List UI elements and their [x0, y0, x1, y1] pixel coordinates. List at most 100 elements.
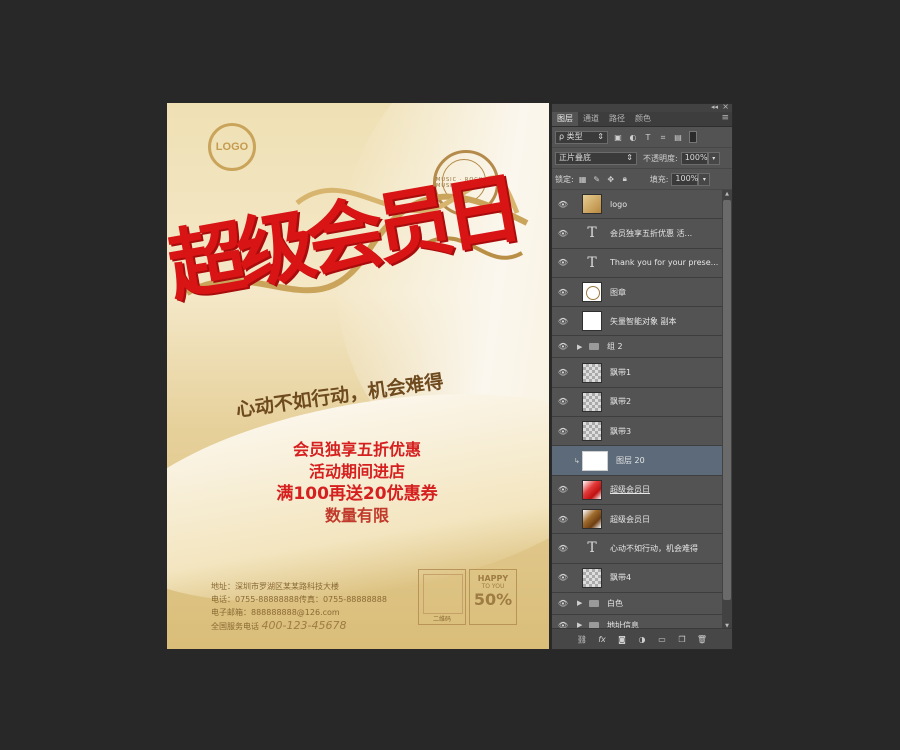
fill-input[interactable]: 100% [671, 172, 699, 186]
eye-icon[interactable]: 👁︎ [552, 427, 574, 436]
eye-icon[interactable]: 👁︎ [552, 342, 574, 351]
hotline-label: 全国服务电话 [211, 622, 259, 631]
filter-row: ρ 类型 ⇕ ▣ ◐ T ⌗ ▤ [552, 127, 732, 148]
tab-layers[interactable]: 图层 [552, 112, 578, 126]
folder-icon [589, 343, 599, 351]
layer-name: 图章 [610, 287, 626, 297]
scroll-up-icon[interactable]: ▲ [722, 190, 732, 198]
expand-triangle-icon[interactable]: ▶ [577, 599, 585, 607]
link-icon[interactable]: ⛓ [572, 635, 592, 644]
lock-transparency-icon[interactable]: ▦ [578, 175, 588, 184]
lock-label: 锁定: [555, 174, 574, 184]
hotline-row: 全国服务电话 400-123-45678 [211, 619, 387, 633]
eye-icon[interactable]: 👁︎ [552, 544, 574, 553]
chevron-down-icon: ⇕ [597, 132, 604, 141]
type-filter-icon[interactable]: T [643, 133, 653, 142]
lock-position-icon[interactable]: ✥ [606, 175, 616, 184]
poster-canvas[interactable]: LOGO MUSIC · ROCK · MUSIC 超级会员日 心动不如行动，机… [167, 103, 549, 649]
layer-row[interactable]: 👁︎ 飘带2 [552, 387, 722, 418]
layer-row[interactable]: 👁︎ 飘带1 [552, 358, 722, 388]
eye-icon[interactable]: 👁︎ [552, 200, 574, 209]
contact-info: 地址：深圳市罗湖区某某路科技大楼 电话：0755-88888888传真：0755… [211, 580, 387, 633]
filter-type-select[interactable]: ρ 类型 ⇕ [555, 130, 608, 144]
adjustment-filter-icon[interactable]: ◐ [628, 133, 638, 142]
group-row[interactable]: 👁︎ ▶ 组 2 [552, 336, 722, 359]
eye-icon[interactable]: 👁︎ [552, 397, 574, 406]
layer-thumbnail [582, 194, 602, 215]
opacity-label: 不透明度: [643, 153, 678, 163]
layer-row[interactable]: 👁︎ 超级会员日 [552, 504, 722, 535]
folder-icon [589, 599, 599, 607]
layers-panel: ◂◂ × 图层 通道 路径 颜色 ≡ ρ 类型 ⇕ ▣ ◐ T ⌗ ▤ 正片叠底… [551, 102, 733, 650]
layer-row[interactable]: 👁︎ 超级会员日 [552, 475, 722, 505]
type-layer-icon: T [587, 254, 597, 271]
eye-icon[interactable]: 👁︎ [552, 573, 574, 582]
layer-thumbnail [582, 479, 602, 500]
expand-triangle-icon[interactable]: ▶ [577, 343, 585, 351]
layer-name: logo [610, 199, 628, 209]
shape-filter-icon[interactable]: ⌗ [658, 133, 668, 142]
panel-header: ◂◂ × [552, 102, 732, 112]
layer-row[interactable]: 👁︎ T 会员独享五折优惠 活... [552, 219, 722, 249]
happy-text: HAPPY [477, 574, 509, 583]
smart-object-filter-icon[interactable]: ▤ [673, 133, 683, 142]
pixel-filter-icon[interactable]: ▣ [613, 133, 623, 142]
layer-row[interactable]: 👁︎ 飘带3 [552, 417, 722, 447]
lock-pixels-icon[interactable]: ✎ [592, 175, 602, 184]
eye-icon[interactable]: 👁︎ [552, 288, 574, 297]
layer-thumbnail [582, 311, 602, 332]
layer-row[interactable]: 👁︎ T Thank you for your prese... [552, 248, 722, 278]
eye-icon[interactable]: 👁︎ [552, 229, 574, 238]
group-row[interactable]: 👁︎ ▶ 白色 [552, 592, 722, 615]
blend-row: 正片叠底 ⇕ 不透明度: 100% ▾ [552, 148, 732, 169]
offer-line-2: 活动期间进店 [308, 462, 405, 481]
chevron-down-icon: ⇕ [626, 153, 633, 162]
layer-row-selected[interactable]: ↳ 图层 20 [552, 446, 722, 476]
layer-name: 心动不如行动，机会难得 [610, 543, 698, 553]
eye-icon[interactable]: 👁︎ [552, 515, 574, 524]
eye-icon[interactable]: 👁︎ [552, 485, 574, 494]
trash-icon[interactable]: 🗑︎ [692, 635, 712, 644]
mask-icon[interactable]: ◙ [612, 635, 632, 644]
layer-name: 图层 20 [616, 456, 645, 466]
panel-menu-icon[interactable]: ≡ [721, 113, 729, 123]
eye-icon[interactable]: 👁︎ [552, 368, 574, 377]
collapse-icon[interactable]: ◂◂ [711, 103, 718, 111]
layer-row[interactable]: 👁︎ 图章 [552, 277, 722, 308]
to-you-text: TO YOU [481, 583, 505, 590]
opacity-input[interactable]: 100% [680, 151, 708, 165]
layer-row[interactable]: 👁︎ logo [552, 190, 722, 220]
layer-thumbnail [582, 450, 608, 471]
tab-paths[interactable]: 路径 [604, 112, 630, 126]
close-icon[interactable]: × [722, 102, 729, 111]
adjustment-icon[interactable]: ◑ [632, 635, 652, 644]
tab-channels[interactable]: 通道 [578, 112, 604, 126]
qr-code-box: 二维码 [418, 569, 466, 625]
folder-icon[interactable]: ▭ [652, 635, 672, 644]
layers-scrollbar[interactable]: ▲ ▼ [722, 190, 732, 630]
layer-thumbnail [582, 509, 602, 530]
layer-name: 飘带2 [610, 397, 632, 407]
layer-name: 飘带4 [610, 573, 632, 583]
filter-toggle[interactable] [689, 131, 697, 143]
blend-mode-select[interactable]: 正片叠底 ⇕ [555, 151, 637, 165]
opacity-dropdown-button[interactable]: ▾ [707, 151, 720, 165]
fill-dropdown-button[interactable]: ▾ [698, 172, 711, 186]
eye-icon[interactable]: 👁︎ [552, 599, 574, 608]
new-layer-icon[interactable]: ❐ [672, 635, 692, 644]
layer-row[interactable]: 👁︎ 飘带4 [552, 563, 722, 593]
scroll-thumb[interactable] [723, 200, 731, 600]
offer-block: 会员独享五折优惠 活动期间进店 满100再送20优惠券 数量有限 [207, 439, 507, 527]
blend-mode-value: 正片叠底 [559, 153, 591, 162]
qr-code-icon [423, 574, 463, 614]
eye-icon[interactable]: 👁︎ [552, 317, 574, 326]
layer-row[interactable]: 👁︎ T 心动不如行动，机会难得 [552, 534, 722, 564]
tab-color[interactable]: 颜色 [630, 112, 656, 126]
eye-icon[interactable]: 👁︎ [552, 258, 574, 267]
clip-link-icon: ↳ [574, 456, 580, 465]
layers-list: 👁︎ logo 👁︎ T 会员独享五折优惠 活... 👁︎ T Thank yo… [552, 190, 722, 630]
lock-all-icon[interactable]: 🔒︎ [620, 174, 630, 184]
layer-row[interactable]: 👁︎ 矢量智能对象 副本 [552, 307, 722, 337]
fx-icon[interactable]: fx [592, 635, 612, 644]
offer-line-1: 会员独享五折优惠 [292, 440, 421, 459]
